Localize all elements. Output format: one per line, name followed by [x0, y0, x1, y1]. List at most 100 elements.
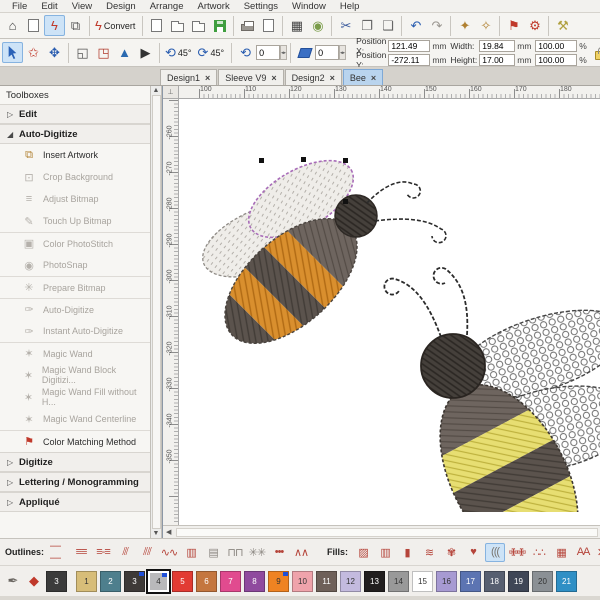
scale-by-width-button[interactable]: ◱	[72, 42, 93, 63]
fill-motif-crosses[interactable]: ✙✙	[507, 543, 527, 562]
fill-stipple-dots[interactable]: ∴∴	[529, 543, 549, 562]
outline-triple-run[interactable]: ≡≡	[71, 543, 91, 562]
cut-button[interactable]: ✂	[335, 15, 356, 36]
color-chip-1[interactable]: 1	[76, 570, 97, 592]
current-color-chip[interactable]: 3	[46, 570, 67, 592]
fill-motif-flower[interactable]: ✾	[441, 543, 461, 562]
design-properties-button[interactable]: ⚑	[503, 15, 524, 36]
height-input[interactable]	[479, 53, 516, 66]
outline-satin[interactable]: ▥	[181, 543, 201, 562]
undo-button[interactable]: ↶	[405, 15, 426, 36]
tab-sleeve-v9[interactable]: Sleeve V9 ×	[218, 69, 284, 85]
convert-design-button[interactable]: ϟ Convert	[93, 15, 139, 36]
tab-design1[interactable]: Design1 ×	[160, 69, 218, 85]
color-chip-11[interactable]: 11	[316, 570, 337, 592]
toolbox-item-magic-wand[interactable]: ✶ Magic Wand	[0, 342, 150, 364]
outline-stem-stitch[interactable]: ⫻	[115, 543, 135, 562]
fill-satin-lines[interactable]: ▥	[375, 543, 395, 562]
menu-design[interactable]: Design	[100, 1, 142, 12]
copy-button[interactable]: ❐	[356, 15, 377, 36]
menu-file[interactable]: File	[6, 1, 33, 12]
skew-tool-button[interactable]	[294, 42, 315, 63]
outline-blanket[interactable]: ⊓⊓	[225, 543, 245, 562]
toolbox-item-touch-up-bitmap[interactable]: ✎ Touch Up Bitmap	[0, 210, 150, 232]
toolbox-item-color-matching-method[interactable]: ⚑ Color Matching Method	[0, 430, 150, 452]
home-button[interactable]: ⌂	[2, 15, 23, 36]
menu-window[interactable]: Window	[286, 1, 332, 12]
position-x-input[interactable]	[388, 39, 431, 52]
color-chip-2[interactable]: 2	[100, 570, 121, 592]
rotate-angle-input-spinner[interactable]: ◂▸	[280, 45, 288, 60]
print-design-button[interactable]	[237, 15, 258, 36]
apply-color-tool[interactable]: ◆	[25, 571, 43, 591]
polygon-select-tool-button[interactable]: ✩	[23, 42, 44, 63]
fill-raised-satin[interactable]: ▮	[397, 543, 417, 562]
edit-artwork-quick-button[interactable]: ✧	[475, 15, 496, 36]
select-tool-button[interactable]	[2, 42, 23, 63]
menu-edit[interactable]: Edit	[35, 1, 63, 12]
outline-raised-satin[interactable]: ▤	[203, 543, 223, 562]
color-chip-14[interactable]: 14	[388, 570, 409, 592]
outline-run[interactable]: — —	[49, 540, 69, 564]
menu-view[interactable]: View	[66, 1, 98, 12]
outline-backstitch[interactable]: ≡-≡	[93, 543, 113, 562]
color-chip-20[interactable]: 20	[532, 570, 553, 592]
flip-vertical-button[interactable]: ▲	[114, 42, 135, 63]
toolbox-section-digitize[interactable]: ▷ Digitize	[0, 452, 150, 472]
toolbox-item-photosnap[interactable]: ◉ PhotoSnap	[0, 254, 150, 276]
color-chip-15[interactable]: 15	[412, 570, 433, 592]
embroidery-canvas-button[interactable]: ϟ	[44, 15, 65, 36]
rotate-ccw-45-button[interactable]: ⟲ 45°	[163, 42, 196, 63]
rotate-cw-45-button[interactable]: ⟳ 45°	[196, 42, 229, 63]
width-input[interactable]	[479, 39, 516, 52]
pick-color-tool[interactable]: ✒	[4, 571, 22, 591]
reshape-tool-button[interactable]: ✥	[44, 42, 65, 63]
fill-lettering-aa[interactable]: AA	[573, 543, 593, 562]
tab-bee[interactable]: Bee ×	[342, 69, 384, 85]
menu-arrange[interactable]: Arrange	[144, 1, 190, 12]
tab-close-icon[interactable]: ×	[205, 73, 210, 83]
scroll-left-icon[interactable]: ◀	[163, 528, 174, 536]
skew-angle-input[interactable]	[315, 45, 340, 60]
tab-close-icon[interactable]: ×	[371, 73, 376, 83]
fill-ripple[interactable]: ≋	[419, 543, 439, 562]
toolbox-item-magic-wand-centerline[interactable]: ✶ Magic Wand Centerline	[0, 408, 150, 430]
toolbox-item-instant-auto-digitize[interactable]: ✑ Instant Auto-Digitize	[0, 320, 150, 342]
color-chip-17[interactable]: 17	[460, 570, 481, 592]
color-chip-8[interactable]: 8	[244, 570, 265, 592]
design-canvas[interactable]	[179, 99, 600, 525]
write-to-machine-button[interactable]: ▦	[286, 15, 307, 36]
canvas-horizontal-scrollbar[interactable]: ◀	[163, 525, 600, 538]
outline-motif-run[interactable]: ∧∧	[291, 543, 311, 562]
fill-grid[interactable]: ▦	[551, 543, 571, 562]
toolbox-item-auto-digitize[interactable]: ✑ Auto-Digitize	[0, 298, 150, 320]
artwork-canvas-button[interactable]	[23, 15, 44, 36]
scale-x-input[interactable]	[535, 39, 578, 52]
scale-y-input[interactable]	[535, 53, 578, 66]
toolbox-item-magic-wand-fill-without-h-[interactable]: ✶ Magic Wand Fill without H...	[0, 386, 150, 408]
fill-heart[interactable]: ♥	[463, 543, 483, 562]
scroll-up-icon[interactable]: ▲	[153, 87, 160, 94]
outline-zigzag[interactable]: ∿∿	[159, 543, 179, 562]
toolbox-item-crop-background[interactable]: ⊡ Crop Background	[0, 166, 150, 188]
color-chip-4[interactable]: 4	[146, 568, 171, 594]
toolbox-section-edit[interactable]: ▷ Edit	[0, 104, 150, 124]
rotate-custom-button[interactable]: ⟲	[235, 42, 256, 63]
position-y-input[interactable]	[388, 53, 431, 66]
toolbox-section-appliqu-[interactable]: ▷ Appliqué	[0, 492, 150, 512]
color-chip-5[interactable]: 5	[172, 570, 193, 592]
rotate-angle-input[interactable]	[256, 45, 281, 60]
scale-by-height-button[interactable]: ◳	[93, 42, 114, 63]
design-settings-gear-button[interactable]: ⚙	[524, 15, 545, 36]
menu-help[interactable]: Help	[334, 1, 366, 12]
toolbox-item-adjust-bitmap[interactable]: ≡ Adjust Bitmap	[0, 188, 150, 210]
color-chip-18[interactable]: 18	[484, 570, 505, 592]
tools-wrench-button[interactable]: ⚒	[552, 15, 573, 36]
scroll-thumb[interactable]	[151, 95, 161, 529]
tab-close-icon[interactable]: ×	[271, 73, 276, 83]
color-chip-6[interactable]: 6	[196, 570, 217, 592]
color-chip-9[interactable]: 9	[268, 570, 289, 592]
menu-artwork[interactable]: Artwork	[192, 1, 236, 12]
color-chip-16[interactable]: 16	[436, 570, 457, 592]
open-design-button[interactable]	[167, 15, 188, 36]
